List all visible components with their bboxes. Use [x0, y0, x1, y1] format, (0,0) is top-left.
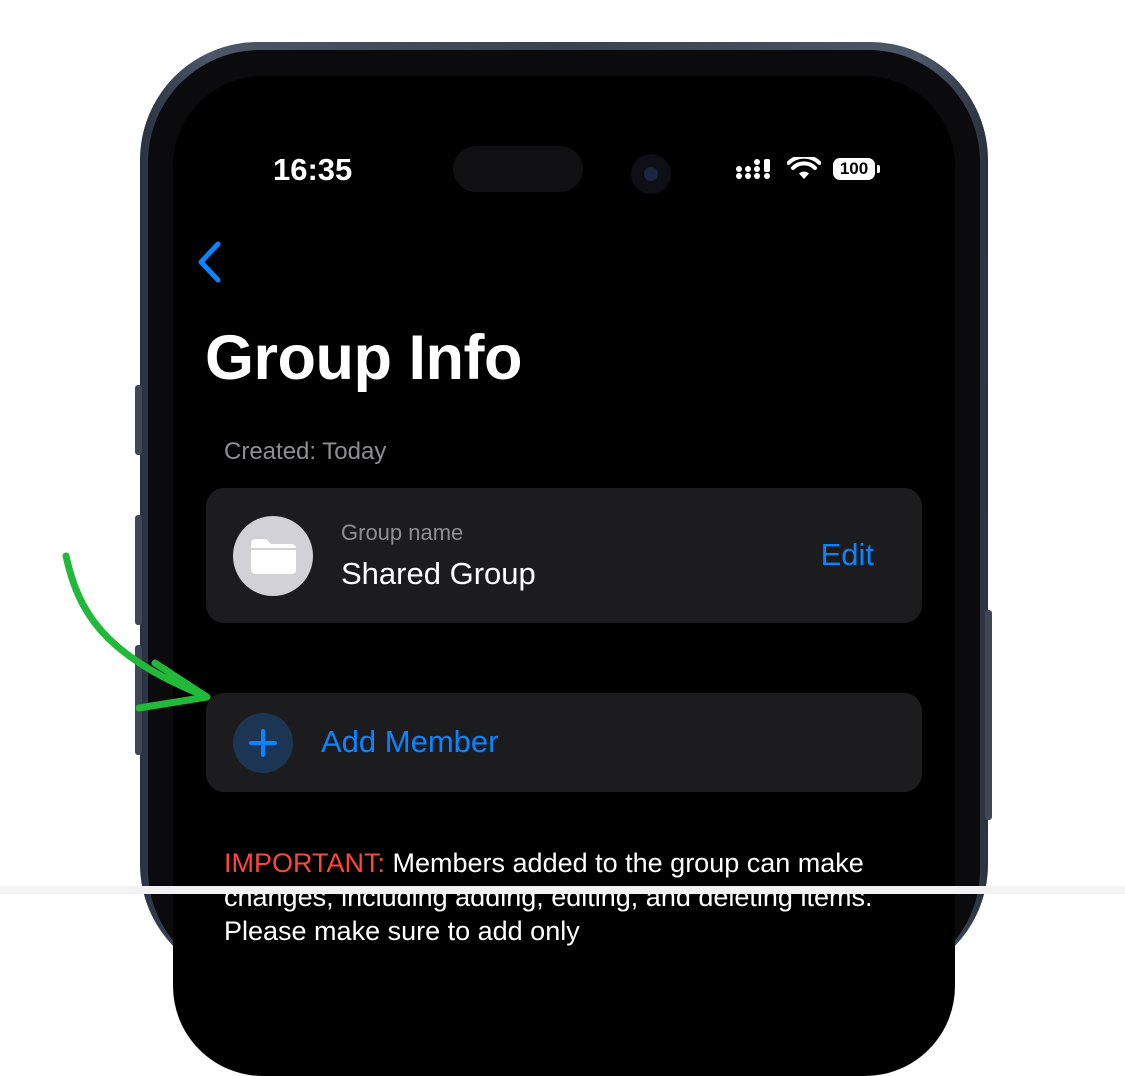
- bottom-edge: [0, 886, 1125, 894]
- annotation-arrow: [62, 552, 211, 712]
